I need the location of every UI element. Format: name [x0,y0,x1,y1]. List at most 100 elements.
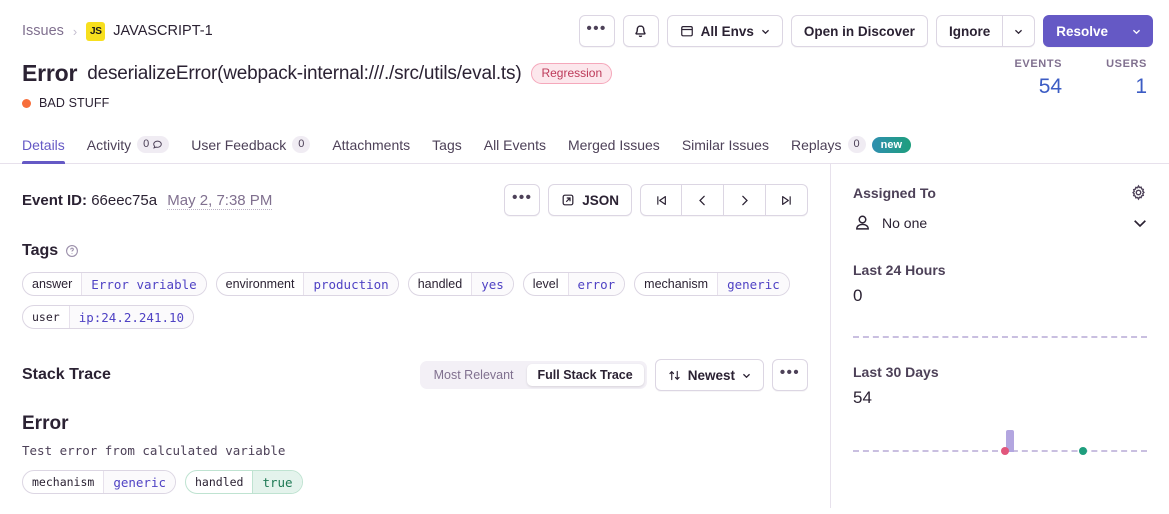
ignore-button[interactable]: Ignore [935,15,1004,47]
window-icon [680,26,693,37]
tags-title: Tags [22,242,59,259]
error-level-icon [22,98,31,108]
json-label: JSON [582,192,619,208]
event-id-value[interactable]: 66eec75a [91,192,157,209]
skip-to-last-icon [782,195,791,205]
tag-chip[interactable]: answer Error variable [22,272,207,296]
tab-label: Tags [432,137,462,153]
last-24-hours-section: Last 24 Hours 0 [853,262,1147,342]
stack-sort-button[interactable]: Newest [654,359,764,391]
last-30-days-chart[interactable] [853,418,1147,456]
oldest-event-button[interactable] [640,184,682,216]
top-bar: Issues › JS JAVASCRIPT-1 ••• All Envs Op… [0,0,1169,58]
comment-icon [153,140,163,149]
chevron-right-icon [742,195,748,205]
subscribe-button[interactable] [622,15,659,47]
sort-icon [669,370,680,380]
issue-culprit-value: deserializeError(webpack-internal:///./s… [87,62,522,84]
user-feedback-count-badge: 0 [292,136,311,153]
tag-value: ip:24.2.241.10 [68,306,194,328]
stack-view-toggle: Most Relevant Full Stack Trace [419,361,647,389]
last-24-hours-chart[interactable] [853,316,1147,342]
event-json-button[interactable]: JSON [548,184,632,216]
issue-header: Error deserializeError(webpack-internal:… [0,58,1169,110]
events-count[interactable]: 54 [1014,75,1062,99]
breadcrumb-project[interactable]: JS JAVASCRIPT-1 [86,21,213,41]
tab-user-feedback[interactable]: User Feedback 0 [191,136,311,163]
issue-title-row: Error deserializeError(webpack-internal:… [22,60,1147,87]
event-details-panel: Event ID: 66eec75a May 2, 7:38 PM ••• JS… [0,164,830,508]
chart-baseline [853,336,1147,338]
issue-detail-page: Issues › JS JAVASCRIPT-1 ••• All Envs Op… [0,0,1169,514]
tab-similar-issues[interactable]: Similar Issues [682,137,769,163]
stack-trace-header: Stack Trace Most Relevant Full Stack Tra… [22,359,808,391]
issue-tabs: Details Activity 0 User Feedback 0 Attac… [0,128,1169,164]
users-stat: USERS 1 [1106,58,1147,99]
gear-icon[interactable] [1130,184,1147,201]
tags-list: answer Error variable environment produc… [22,272,808,329]
event-more-button[interactable]: ••• [504,184,541,216]
issue-subtitle-row: BAD STUFF [22,96,1147,110]
assignee-selector[interactable]: No one [853,213,1147,232]
external-link-icon [562,194,574,206]
tab-activity[interactable]: Activity 0 [86,136,170,163]
tab-replays[interactable]: Replays 0 new [791,136,912,163]
stack-trace-controls: Most Relevant Full Stack Trace Newest ••… [419,359,808,391]
event-pager [640,184,808,216]
resolve-button[interactable]: Resolve [1043,15,1121,47]
exception-tag-chip[interactable]: handled true [185,470,303,494]
event-id: Event ID: 66eec75a May 2, 7:38 PM [22,191,273,210]
tab-all-events[interactable]: All Events [484,137,546,163]
help-icon[interactable] [65,244,79,258]
tag-key: user [32,310,60,324]
last-30-days-value: 54 [853,388,872,407]
tab-attachments[interactable]: Attachments [332,137,410,163]
tab-tags[interactable]: Tags [432,137,462,163]
last-seen-marker [1079,447,1088,455]
tag-chip[interactable]: environment production [215,272,399,296]
chevron-down-icon [1134,219,1146,227]
event-id-label: Event ID: [22,191,88,209]
resolve-dropdown-button[interactable] [1121,15,1153,47]
tag-chip[interactable]: mechanism generic [634,272,790,296]
tag-key: level [532,277,559,291]
tab-merged-issues[interactable]: Merged Issues [568,137,660,163]
activity-count-badge: 0 [137,136,170,153]
tab-label: Activity [86,136,132,153]
tag-chip[interactable]: level error [522,272,626,296]
tag-key: mechanism [644,277,709,291]
tab-label: Attachments [332,137,411,153]
ignore-dropdown-button[interactable] [1003,15,1036,47]
users-count[interactable]: 1 [1106,75,1147,99]
tag-value: Error variable [81,273,206,295]
tag-value: production [303,273,398,295]
open-in-discover-button[interactable]: Open in Discover [790,15,928,47]
tag-value: generic [717,273,789,295]
tag-chip[interactable]: user ip:24.2.241.10 [22,305,195,329]
issue-stats: EVENTS 54 USERS 1 [1014,58,1147,99]
newest-event-button[interactable] [766,184,808,216]
last-30-days-label: Last 30 Days [853,364,939,380]
tag-chip[interactable]: handled yes [407,272,514,296]
tag-value: error [567,273,625,295]
more-actions-button[interactable]: ••• [578,15,615,47]
exception-tag-chip[interactable]: mechanism generic [22,470,176,494]
stack-more-button[interactable]: ••• [772,359,808,391]
tag-key: handled [417,277,463,291]
tab-label: All Events [483,137,546,153]
breadcrumb-issues-link[interactable]: Issues [22,23,64,39]
last-30-days-section: Last 30 Days 54 [853,364,1147,456]
next-event-button[interactable] [724,184,766,216]
environment-selector[interactable]: All Envs [666,15,783,47]
full-stack-trace-option[interactable]: Full Stack Trace [526,364,644,386]
event-timestamp[interactable]: May 2, 7:38 PM [167,191,273,210]
assigned-to-label: Assigned To [853,184,936,201]
most-relevant-option[interactable]: Most Relevant [423,364,525,386]
first-seen-marker [1001,447,1010,455]
previous-event-button[interactable] [682,184,724,216]
chart-baseline [853,450,1147,452]
tab-details[interactable]: Details [22,137,65,164]
tab-label: Merged Issues [567,137,660,153]
new-badge: new [871,136,912,153]
replays-count-badge: 0 [847,136,866,153]
